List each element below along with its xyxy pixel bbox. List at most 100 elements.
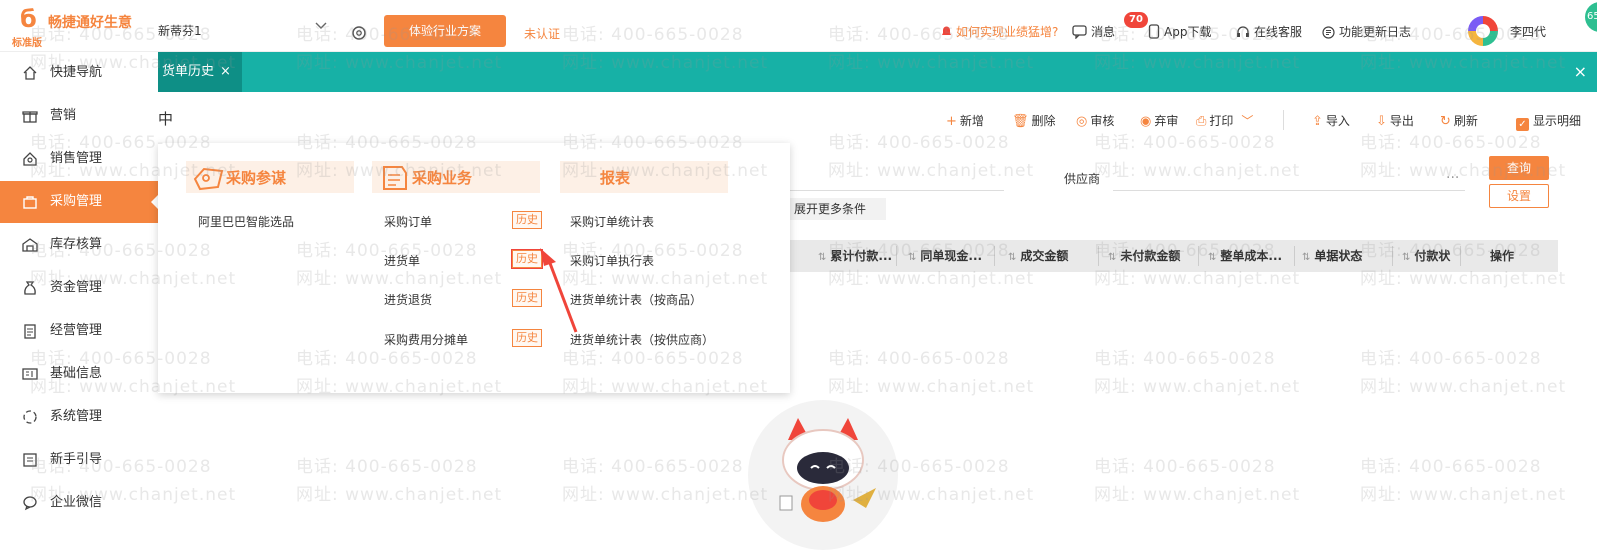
- chevron-down-icon[interactable]: [314, 18, 328, 32]
- sidebar-item-quick-nav[interactable]: 快捷导航: [0, 52, 158, 94]
- advisor-icon: [193, 167, 224, 191]
- sidebar-item-label: 企业微信: [50, 495, 103, 510]
- system-icon: [23, 410, 37, 424]
- link-purchase-receipt[interactable]: 进货单: [384, 252, 420, 269]
- close-all-tabs-icon[interactable]: ×: [1574, 62, 1587, 81]
- sidebar-item-inventory[interactable]: 库存核算: [0, 224, 158, 266]
- export-icon: ⇩: [1376, 114, 1387, 129]
- col-unpaid-amount[interactable]: ⇅ 未付款金额: [1108, 240, 1194, 272]
- review-button[interactable]: ◎ 审核: [1076, 112, 1114, 129]
- refresh-label: 刷新: [1453, 114, 1478, 128]
- add-label: 新增: [959, 114, 984, 128]
- import-icon: ⇪: [1312, 114, 1323, 129]
- sidebar-item-basic-info[interactable]: 基础信息: [0, 353, 158, 395]
- watermark-site: 网址: www.chanjet.net: [1094, 377, 1301, 397]
- info-card-icon: [22, 368, 38, 380]
- messages-button[interactable]: 消息: [1072, 23, 1115, 40]
- tab-purchase-history[interactable]: 货单历史 ×: [158, 52, 242, 92]
- refresh-button[interactable]: ↻ 刷新: [1440, 112, 1478, 129]
- chevron-down-icon[interactable]: ﹀: [1241, 114, 1253, 128]
- link-po-statistics[interactable]: 采购订单统计表: [570, 213, 654, 230]
- company-selector[interactable]: 新蒂芬1: [158, 22, 202, 39]
- filter-input-underline[interactable]: [780, 190, 1004, 191]
- review-label: 审核: [1090, 114, 1115, 128]
- watermark-site: 网址: www.chanjet.net: [1094, 161, 1301, 181]
- import-button[interactable]: ⇪ 导入: [1312, 112, 1350, 129]
- add-button[interactable]: + 新增: [946, 112, 984, 129]
- phone-icon: [1148, 24, 1160, 39]
- col-deal-amount[interactable]: ⇅ 成交金额: [1008, 240, 1094, 272]
- link-receipt-stats-by-product[interactable]: 进货单统计表（按商品）: [570, 291, 702, 308]
- bag-icon: [23, 196, 37, 209]
- expand-more-conditions[interactable]: 展开更多条件: [790, 198, 886, 220]
- link-purchase-return[interactable]: 进货退货: [384, 291, 432, 308]
- app-download-link[interactable]: App下载: [1148, 23, 1211, 40]
- mascot-illustration: [779, 418, 876, 522]
- sidebar-item-purchase[interactable]: 采购管理: [0, 181, 158, 223]
- print-button[interactable]: ⎙ 打印 ﹀: [1196, 112, 1253, 129]
- settings-button[interactable]: 设置: [1489, 184, 1549, 208]
- link-receipt-stats-by-supplier[interactable]: 进货单统计表（按供应商）: [570, 331, 714, 348]
- watermark-phone: 电话: 400-665-0028: [828, 349, 1010, 369]
- message-count-badge: 70: [1124, 12, 1148, 28]
- sidebar: 快捷导航 营销 销售管理 采购管理 库存核算 资金管理 经营管理 基础信息 系统…: [0, 52, 158, 554]
- username[interactable]: 李四代: [1510, 23, 1546, 40]
- sales-icon: [23, 152, 37, 166]
- sidebar-item-operations[interactable]: 经营管理: [0, 310, 158, 352]
- delete-label: 删除: [1031, 114, 1056, 128]
- show-detail-checkbox[interactable]: ✓ 显示明细: [1516, 112, 1581, 131]
- export-label: 导出: [1389, 114, 1414, 128]
- sidebar-item-label: 快捷导航: [50, 65, 103, 80]
- refresh-icon: ↻: [1440, 114, 1451, 129]
- sidebar-item-system[interactable]: 系统管理: [0, 396, 158, 438]
- corner-badge: 65: [1585, 2, 1597, 32]
- col-payment-status[interactable]: ⇅ 付款状: [1402, 240, 1458, 272]
- link-alibaba-smart-select[interactable]: 阿里巴巴智能选品: [198, 213, 294, 230]
- abandon-label: 弃审: [1154, 114, 1179, 128]
- close-icon[interactable]: ×: [220, 64, 231, 79]
- col-order-cost[interactable]: ⇅ 整单成本...: [1208, 240, 1290, 272]
- user-avatar[interactable]: [1468, 16, 1498, 46]
- sidebar-item-wecom[interactable]: 企业微信: [0, 482, 158, 524]
- watermark-site: 网址: www.chanjet.net: [1094, 485, 1301, 505]
- toolbar-divider: [1283, 110, 1284, 130]
- sidebar-item-label: 库存核算: [50, 237, 103, 252]
- growth-link[interactable]: 如何实现业绩猛增?: [940, 23, 1058, 40]
- abandon-review-button[interactable]: ◉ 弃审: [1140, 112, 1178, 129]
- brand-logo[interactable]: б 畅捷通好生意 标准版: [6, 4, 156, 49]
- watermark-phone: 电话: 400-665-0028: [1094, 349, 1276, 369]
- sidebar-item-guide[interactable]: 新手引导: [0, 439, 158, 481]
- sidebar-item-sales[interactable]: 销售管理: [0, 138, 158, 180]
- col-doc-status[interactable]: ⇅ 单据状态: [1302, 240, 1388, 272]
- supplier-input[interactable]: [1113, 190, 1465, 191]
- show-detail-label: 显示明细: [1533, 114, 1582, 128]
- trial-industry-button[interactable]: 体验行业方案: [384, 15, 506, 47]
- sidebar-item-funds[interactable]: 资金管理: [0, 267, 158, 309]
- supplier-picker-ellipsis[interactable]: ...: [1446, 166, 1459, 182]
- sidebar-item-label: 基础信息: [50, 366, 103, 381]
- watermark-phone: 电话: 400-665-0028: [1360, 457, 1542, 477]
- red-arrow-annotation: [540, 248, 578, 333]
- sidebar-item-marketing[interactable]: 营销: [0, 95, 158, 137]
- query-button[interactable]: 查询: [1489, 156, 1549, 180]
- active-indicator: [151, 195, 158, 209]
- export-button[interactable]: ⇩ 导出: [1376, 112, 1414, 129]
- top-header: б 畅捷通好生意 标准版 新蒂芬1 体验行业方案 未认证 如何实现业绩猛增? 消…: [0, 0, 1597, 52]
- link-purchase-cost-allocation[interactable]: 采购费用分摊单: [384, 331, 468, 348]
- online-service-link[interactable]: 在线客服: [1236, 23, 1302, 40]
- changelog-link[interactable]: 功能更新日志: [1322, 23, 1411, 40]
- col-same-cash[interactable]: ⇅ 同单现金...: [908, 240, 990, 272]
- history-button[interactable]: 历史: [512, 211, 542, 229]
- col-cumulative-payment[interactable]: ⇅ 累计付款...: [818, 240, 892, 272]
- gear-icon[interactable]: [350, 24, 368, 42]
- messages-label: 消息: [1091, 25, 1116, 39]
- watermark-site: 网址: www.chanjet.net: [1360, 377, 1567, 397]
- headset-icon: [1237, 26, 1249, 37]
- unverified-link[interactable]: 未认证: [524, 25, 560, 42]
- link-purchase-order[interactable]: 采购订单: [384, 213, 432, 230]
- home-icon: [23, 66, 37, 80]
- watermark-site: 网址: www.chanjet.net: [562, 485, 769, 505]
- delete-button[interactable]: 🗑 删除: [1012, 112, 1056, 129]
- sidebar-item-label: 系统管理: [50, 409, 103, 424]
- message-icon: [1072, 25, 1087, 40]
